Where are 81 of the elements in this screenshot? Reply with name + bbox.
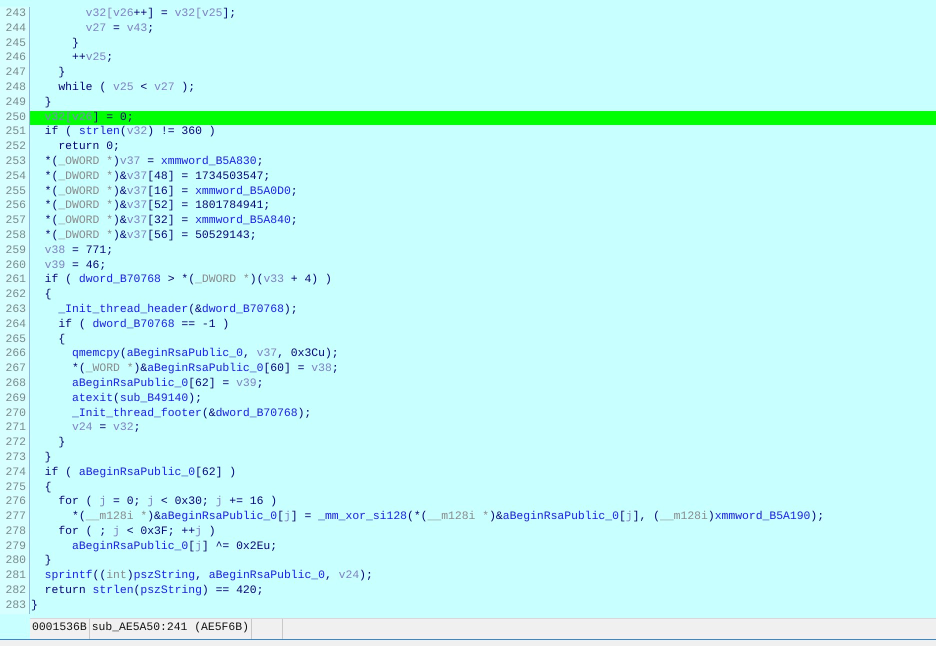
- code-line[interactable]: for ( j = 0; j < 0x30; j += 16 ): [30, 495, 936, 510]
- line-number: 277: [0, 510, 30, 525]
- line-number: 259: [0, 244, 30, 259]
- line-number: 244: [0, 22, 30, 37]
- line-number: 282: [0, 584, 30, 599]
- code-line[interactable]: }: [30, 450, 936, 466]
- code-line[interactable]: {: [30, 288, 936, 303]
- code-line[interactable]: sprintf((int)pszString, aBeginRsaPublic_0, v24);: [30, 569, 936, 584]
- line-number: 276: [0, 495, 30, 510]
- line-number: 243: [0, 7, 30, 22]
- line-number: 246: [0, 51, 30, 66]
- line-number: 252: [0, 140, 30, 155]
- line-number: 255: [0, 184, 30, 200]
- code-line[interactable]: }: [30, 66, 936, 81]
- code-line[interactable]: qmemcpy(aBeginRsaPublic_0, v37, 0x3Cu);: [30, 347, 936, 362]
- code-line[interactable]: {: [30, 480, 936, 496]
- code-line[interactable]: }: [30, 96, 936, 111]
- line-number: 269: [0, 392, 30, 407]
- line-number: 248: [0, 80, 30, 96]
- code-line[interactable]: }: [30, 36, 936, 52]
- line-number: 256: [0, 199, 30, 214]
- code-line[interactable]: }: [30, 598, 936, 614]
- line-number: 264: [0, 318, 30, 333]
- code-line[interactable]: return 0;: [30, 140, 936, 155]
- code-line[interactable]: atexit(sub_B49140);: [30, 392, 936, 407]
- line-number: 250: [0, 110, 30, 126]
- code-line[interactable]: if ( aBeginRsaPublic_0[62] ): [30, 466, 936, 480]
- code-line[interactable]: }: [30, 436, 936, 451]
- line-number: 271: [0, 421, 30, 436]
- line-number: 265: [0, 332, 30, 348]
- line-number: 280: [0, 554, 30, 570]
- line-number: 283: [0, 598, 30, 614]
- code-line[interactable]: *(__m128i *)&aBeginRsaPublic_0[j] = _mm_xor_si128(*(__m128i *)&aBeginRsaPublic_0[j], (__m128i)xmmword_B5A190);: [30, 510, 936, 525]
- code-line[interactable]: _Init_thread_header(&dword_B70768);: [30, 302, 936, 318]
- line-number: 268: [0, 376, 30, 392]
- code-line[interactable]: *(_OWORD *)v37 = xmmword_B5A830;: [30, 154, 936, 170]
- code-line[interactable]: }: [30, 554, 936, 570]
- code-line[interactable]: v39 = 46;: [30, 258, 936, 274]
- line-number: 263: [0, 302, 30, 318]
- code-line[interactable]: if ( dword_B70768 > *(_DWORD *)(v33 + 4) ): [30, 273, 936, 288]
- line-number: 279: [0, 540, 30, 554]
- code-line[interactable]: _Init_thread_footer(&dword_B70768);: [30, 406, 936, 422]
- line-number: 249: [0, 96, 30, 111]
- line-number: 281: [0, 569, 30, 584]
- line-number: 275: [0, 480, 30, 496]
- line-number: 270: [0, 406, 30, 422]
- line-number: 278: [0, 524, 30, 540]
- code-line[interactable]: *(_DWORD *)&v37[48] = 1734503547;: [30, 170, 936, 185]
- code-line[interactable]: *(_OWORD *)&v37[16] = xmmword_B5A0D0;: [30, 184, 936, 200]
- line-number: 273: [0, 450, 30, 466]
- code-line[interactable]: aBeginRsaPublic_0[62] = v39;: [30, 376, 936, 392]
- line-number: 260: [0, 258, 30, 274]
- code-line[interactable]: while ( v25 < v27 );: [30, 80, 936, 96]
- code-line[interactable]: for ( ; j < 0x3F; ++j ): [30, 524, 936, 540]
- code-line[interactable]: *(_DWORD *)&v37[52] = 1801784941;: [30, 199, 936, 214]
- code-line[interactable]: {: [30, 332, 936, 348]
- code-line[interactable]: v38 = 771;: [30, 244, 936, 259]
- code-line[interactable]: ++v25;: [30, 51, 936, 66]
- code-line[interactable]: v32[v26++] = v32[v25];: [30, 7, 936, 22]
- code-line[interactable]: v24 = v32;: [30, 421, 936, 436]
- line-number: 247: [0, 66, 30, 81]
- code-line[interactable]: aBeginRsaPublic_0[j] ^= 0x2Eu;: [30, 540, 936, 554]
- code-line[interactable]: *(_DWORD *)&v37[56] = 50529143;: [30, 228, 936, 244]
- code-line[interactable]: if ( dword_B70768 == -1 ): [30, 318, 936, 333]
- line-number: 267: [0, 362, 30, 377]
- line-number: 257: [0, 214, 30, 229]
- code-line[interactable]: return strlen(pszString) == 420;: [30, 584, 936, 599]
- line-number: 261: [0, 273, 30, 288]
- line-number: 266: [0, 347, 30, 362]
- line-number: 251: [0, 125, 30, 140]
- line-number: 274: [0, 466, 30, 480]
- line-number: 253: [0, 154, 30, 170]
- line-number: 258: [0, 228, 30, 244]
- line-number: 262: [0, 288, 30, 303]
- code-line[interactable]: *(_OWORD *)&v37[32] = xmmword_B5A840;: [30, 214, 936, 229]
- code-line[interactable]: v27 = v43;: [30, 22, 936, 37]
- line-number: 245: [0, 36, 30, 52]
- code-line[interactable]: if ( strlen(v32) != 360 ): [30, 125, 936, 140]
- line-number: 254: [0, 170, 30, 185]
- code-line[interactable]: *(_WORD *)&aBeginRsaPublic_0[60] = v38;: [30, 362, 936, 377]
- line-number: 272: [0, 436, 30, 451]
